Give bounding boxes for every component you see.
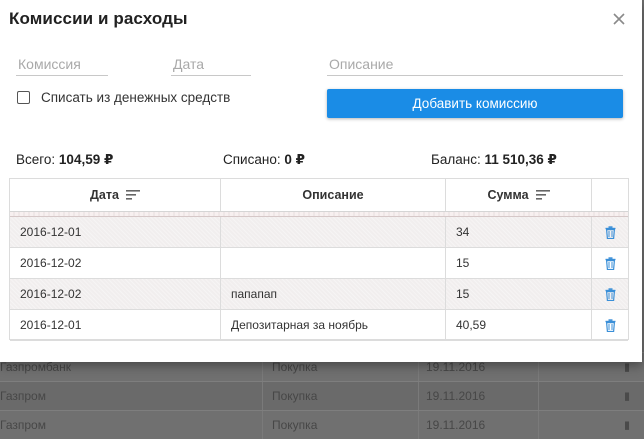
table-row: 2016-12-02 папапап 15 (10, 279, 628, 310)
cell-description (221, 248, 446, 278)
write-off-checkbox[interactable] (17, 91, 30, 104)
description-input[interactable] (327, 53, 627, 75)
background-row: Газпром Покупка 19.11.2016 ▮ (0, 381, 644, 410)
column-header-date[interactable]: Дата (10, 179, 221, 211)
cell-actions (592, 248, 628, 278)
cell-description (221, 217, 446, 247)
table-row: 2016-12-01 Депозитарная за ноябрь 40,59 (10, 310, 628, 341)
commissions-table: Дата Описание Сумма 2016-12-01 34 2016-1… (9, 178, 629, 341)
summary-balance-label: Баланс: (431, 152, 481, 167)
background-date: 19.11.2016 (426, 418, 486, 432)
background-name: Газпромбанк (0, 360, 71, 374)
background-date: 19.11.2016 (426, 360, 486, 374)
summary-total-label: Всего: (16, 152, 56, 167)
table-header: Дата Описание Сумма (10, 179, 628, 212)
sort-icon[interactable] (535, 190, 550, 200)
background-trash-icon: ▮ (624, 361, 631, 374)
write-off-option[interactable]: Списать из денежных средств (17, 90, 230, 105)
background-trash-icon: ▮ (624, 419, 631, 432)
cell-date: 2016-12-01 (10, 310, 221, 340)
table-row: 2016-12-01 34 (10, 217, 628, 248)
delete-row-button[interactable] (605, 225, 616, 239)
commission-input[interactable] (16, 53, 112, 75)
sort-icon[interactable] (125, 190, 140, 200)
column-header-description: Описание (221, 179, 446, 211)
summary-balance: Баланс: 11 510,36 ₽ (431, 152, 557, 168)
background-type: Покупка (272, 418, 318, 432)
date-field (171, 53, 255, 76)
column-header-sum[interactable]: Сумма (446, 179, 592, 211)
summary-written-value: 0 ₽ (284, 152, 305, 167)
table-body[interactable]: 2016-12-01 34 2016-12-02 15 2016-12-02 п… (10, 212, 628, 341)
background-type: Покупка (272, 389, 318, 403)
summary-balance-value: 11 510,36 ₽ (484, 152, 557, 167)
cell-description: Депозитарная за ноябрь (221, 310, 446, 340)
cell-actions (592, 279, 628, 309)
cell-date: 2016-12-01 (10, 217, 221, 247)
trash-icon (605, 287, 615, 301)
trash-icon (605, 318, 615, 332)
background-table: Газпромбанк Покупка 19.11.2016 ▮ Газпром… (0, 352, 644, 439)
column-header-sum-label: Сумма (487, 188, 529, 202)
dialog-title: Комиссии и расходы (9, 9, 188, 28)
background-row: Газпром Покупка 19.11.2016 ▮ (0, 410, 644, 439)
background-name: Газпром (0, 389, 46, 403)
delete-row-button[interactable] (605, 287, 616, 301)
background-date: 19.11.2016 (426, 389, 486, 403)
commission-field (16, 53, 112, 76)
summary-written: Списано: 0 ₽ (223, 152, 305, 168)
cell-date: 2016-12-02 (10, 279, 221, 309)
background-type: Покупка (272, 360, 318, 374)
cell-sum: 40,59 (446, 310, 592, 340)
background-name: Газпром (0, 418, 46, 432)
cell-sum: 15 (446, 279, 592, 309)
cell-actions (592, 310, 628, 340)
column-header-description-label: Описание (302, 188, 364, 202)
close-icon (613, 13, 625, 25)
delete-row-button[interactable] (605, 256, 616, 270)
cell-actions (592, 217, 628, 247)
cell-date: 2016-12-02 (10, 248, 221, 278)
description-field (327, 53, 627, 76)
cell-sum: 34 (446, 217, 592, 247)
add-commission-button[interactable]: Добавить комиссию (327, 89, 623, 118)
summary-written-label: Списано: (223, 152, 281, 167)
write-off-label: Списать из денежных средств (41, 90, 231, 105)
delete-row-button[interactable] (605, 318, 616, 332)
column-header-date-label: Дата (90, 188, 119, 202)
cell-description: папапап (221, 279, 446, 309)
commissions-dialog: Комиссии и расходы Списать из денежных с… (0, 0, 642, 362)
trash-icon (605, 225, 615, 239)
cell-sum: 15 (446, 248, 592, 278)
table-row: 2016-12-02 15 (10, 248, 628, 279)
close-button[interactable] (608, 8, 630, 30)
column-header-actions (592, 179, 628, 211)
date-input[interactable] (171, 53, 255, 75)
trash-icon (605, 256, 615, 270)
summary-total-value: 104,59 ₽ (58, 152, 114, 167)
summary-total: Всего: 104,59 ₽ (16, 152, 113, 168)
background-trash-icon: ▮ (624, 390, 631, 403)
